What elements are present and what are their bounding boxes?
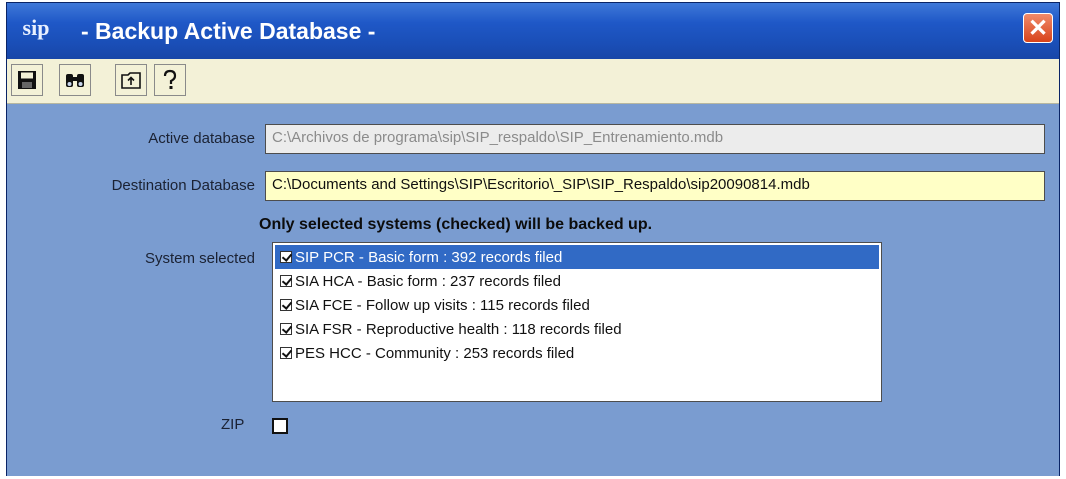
list-item-label: SIA HCA - Basic form : 237 records filed [295,272,561,290]
question-mark-icon [163,69,177,89]
zip-label: ZIP [221,416,245,433]
save-button[interactable] [11,64,43,96]
find-button[interactable] [59,64,91,96]
system-list[interactable]: SIP PCR - Basic form : 392 records filed… [272,242,882,402]
list-item[interactable]: SIA FCE - Follow up visits : 115 records… [275,293,879,317]
checkbox[interactable] [280,275,292,287]
window-title: - Backup Active Database - [81,18,376,44]
active-database-field: C:\Archivos de programa\sip\SIP_respaldo… [265,124,1045,154]
close-button[interactable]: ✕ [1023,13,1053,43]
zip-checkbox[interactable] [272,418,288,434]
list-item-label: SIP PCR - Basic form : 392 records filed [295,248,563,266]
help-button[interactable] [154,64,186,96]
checkbox[interactable] [280,299,292,311]
up-folder-button[interactable] [115,64,147,96]
backup-form: Active database C:\Archivos de programa\… [7,104,1059,476]
backup-notice: Only selected systems (checked) will be … [259,216,653,233]
binoculars-icon [66,74,84,87]
destination-database-field[interactable]: C:\Documents and Settings\SIP\Escritorio… [265,171,1045,201]
system-selected-label: System selected [144,250,255,267]
up-folder-icon [121,72,141,89]
active-database-label: Active database [148,130,255,147]
destination-database-label: Destination Database [111,177,255,194]
list-item[interactable]: SIA HCA - Basic form : 237 records filed [275,269,879,293]
list-item-label: SIA FSR - Reproductive health : 118 reco… [295,320,622,338]
list-item[interactable]: PES HCC - Community : 253 records filed [275,341,879,365]
checkbox[interactable] [280,251,292,263]
checkbox[interactable] [280,347,292,359]
toolbar [7,59,1059,104]
sip-app-icon: sip [22,15,50,40]
title-bar[interactable]: sip - Backup Active Database - ✕ [7,3,1059,59]
list-item[interactable]: SIP PCR - Basic form : 392 records filed [275,245,879,269]
list-item-label: SIA FCE - Follow up visits : 115 records… [295,296,590,314]
list-item-label: PES HCC - Community : 253 records filed [295,344,575,362]
backup-dialog: sip - Backup Active Database - ✕ Active … [6,2,1060,476]
list-item[interactable]: SIA FSR - Reproductive health : 118 reco… [275,317,879,341]
checkbox[interactable] [280,323,292,335]
floppy-disk-icon [18,71,36,89]
